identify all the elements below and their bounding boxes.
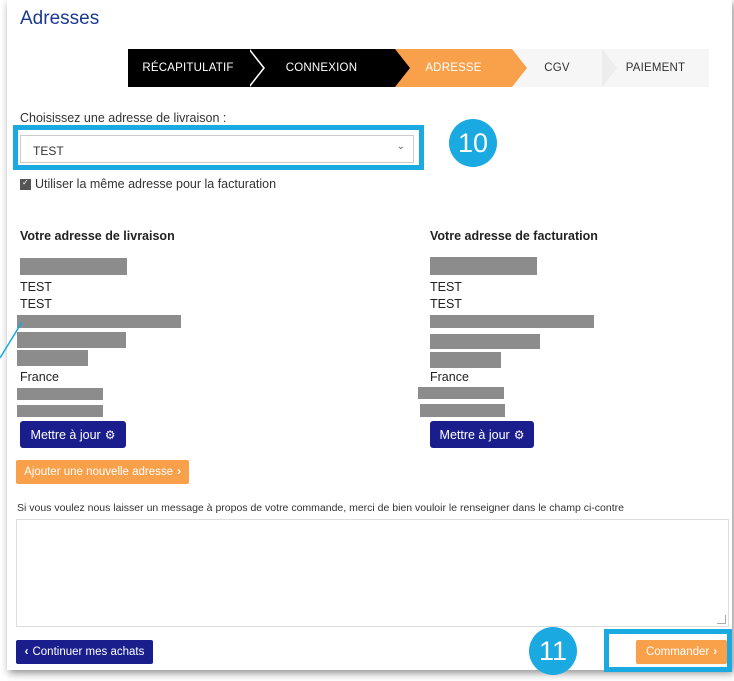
step-label: CONNEXION <box>285 62 358 74</box>
resize-handle[interactable] <box>717 615 726 624</box>
annotation-line <box>0 321 22 359</box>
billing-address-line: TEST <box>430 297 462 311</box>
chevron-down-icon: ⌄ <box>396 141 405 152</box>
delivery-address-country: France <box>20 370 59 384</box>
continue-shopping-button[interactable]: ‹ Continuer mes achats <box>16 640 153 664</box>
billing-address-title: Votre adresse de facturation <box>430 229 598 243</box>
chevron-left-icon: ‹ <box>24 646 29 658</box>
billing-address-line: TEST <box>430 280 462 294</box>
update-delivery-address-button[interactable]: Mettre à jour ⚙ <box>20 421 126 448</box>
same-address-label: Utiliser la même adresse pour la factura… <box>35 177 277 191</box>
chevron-right-icon: › <box>713 646 718 658</box>
update-button-label: Mettre à jour <box>439 427 510 442</box>
continue-shopping-label: Continuer mes achats <box>32 646 145 658</box>
update-billing-address-button[interactable]: Mettre à jour ⚙ <box>430 421 534 448</box>
step-label: RÉCAPITULATIF <box>142 62 234 74</box>
redacted-field <box>430 315 594 328</box>
redacted-field <box>17 388 103 400</box>
delivery-address-line: TEST <box>20 280 52 294</box>
same-address-option[interactable]: Utiliser la même adresse pour la factura… <box>20 177 276 191</box>
redacted-field <box>20 258 127 275</box>
redacted-field <box>430 257 537 275</box>
step-label: PAIEMENT <box>625 62 686 74</box>
select-value: TEST <box>33 144 64 158</box>
add-address-label: Ajouter une nouvelle adresse <box>24 466 174 478</box>
redacted-field <box>17 350 88 366</box>
order-button[interactable]: Commander › <box>636 640 727 664</box>
same-address-checkbox[interactable] <box>20 178 31 190</box>
step-label: ADRESSE <box>425 62 482 74</box>
redacted-field <box>418 387 504 399</box>
delivery-address-title: Votre adresse de livraison <box>20 229 175 243</box>
step-connexion[interactable]: CONNEXION <box>248 49 412 87</box>
annotation-badge-11: 11 <box>529 627 577 675</box>
redacted-field <box>17 332 126 348</box>
step-adresse[interactable]: ADRESSE <box>395 49 529 87</box>
step-recapitulatif[interactable]: RÉCAPITULATIF <box>128 49 265 87</box>
redacted-field <box>420 404 505 417</box>
gear-icon: ⚙ <box>104 427 116 442</box>
gear-icon: ⚙ <box>513 427 525 442</box>
delivery-address-label: Choisissez une adresse de livraison : <box>20 111 227 125</box>
redacted-field <box>17 405 103 417</box>
delivery-address-line: TEST <box>20 297 52 311</box>
add-address-button[interactable]: Ajouter une nouvelle adresse › <box>16 460 189 484</box>
update-button-label: Mettre à jour <box>30 427 101 442</box>
order-message-label: Si vous voulez nous laisser un message à… <box>17 502 624 514</box>
order-message-textarea[interactable] <box>16 519 729 627</box>
annotation-badge-10: 10 <box>449 119 497 167</box>
redacted-field <box>430 334 540 349</box>
redacted-field <box>17 315 181 328</box>
redacted-field <box>430 352 501 368</box>
delivery-address-select[interactable]: TEST ⌄ <box>20 135 414 163</box>
billing-address-country: France <box>430 370 469 384</box>
page-title: Adresses <box>20 8 100 29</box>
checkout-steps: RÉCAPITULATIF CONNEXION ADRESSE CGV PAIE… <box>128 49 709 87</box>
step-label: CGV <box>544 62 570 74</box>
chevron-right-icon: › <box>177 466 181 478</box>
order-button-label: Commander <box>645 646 710 658</box>
